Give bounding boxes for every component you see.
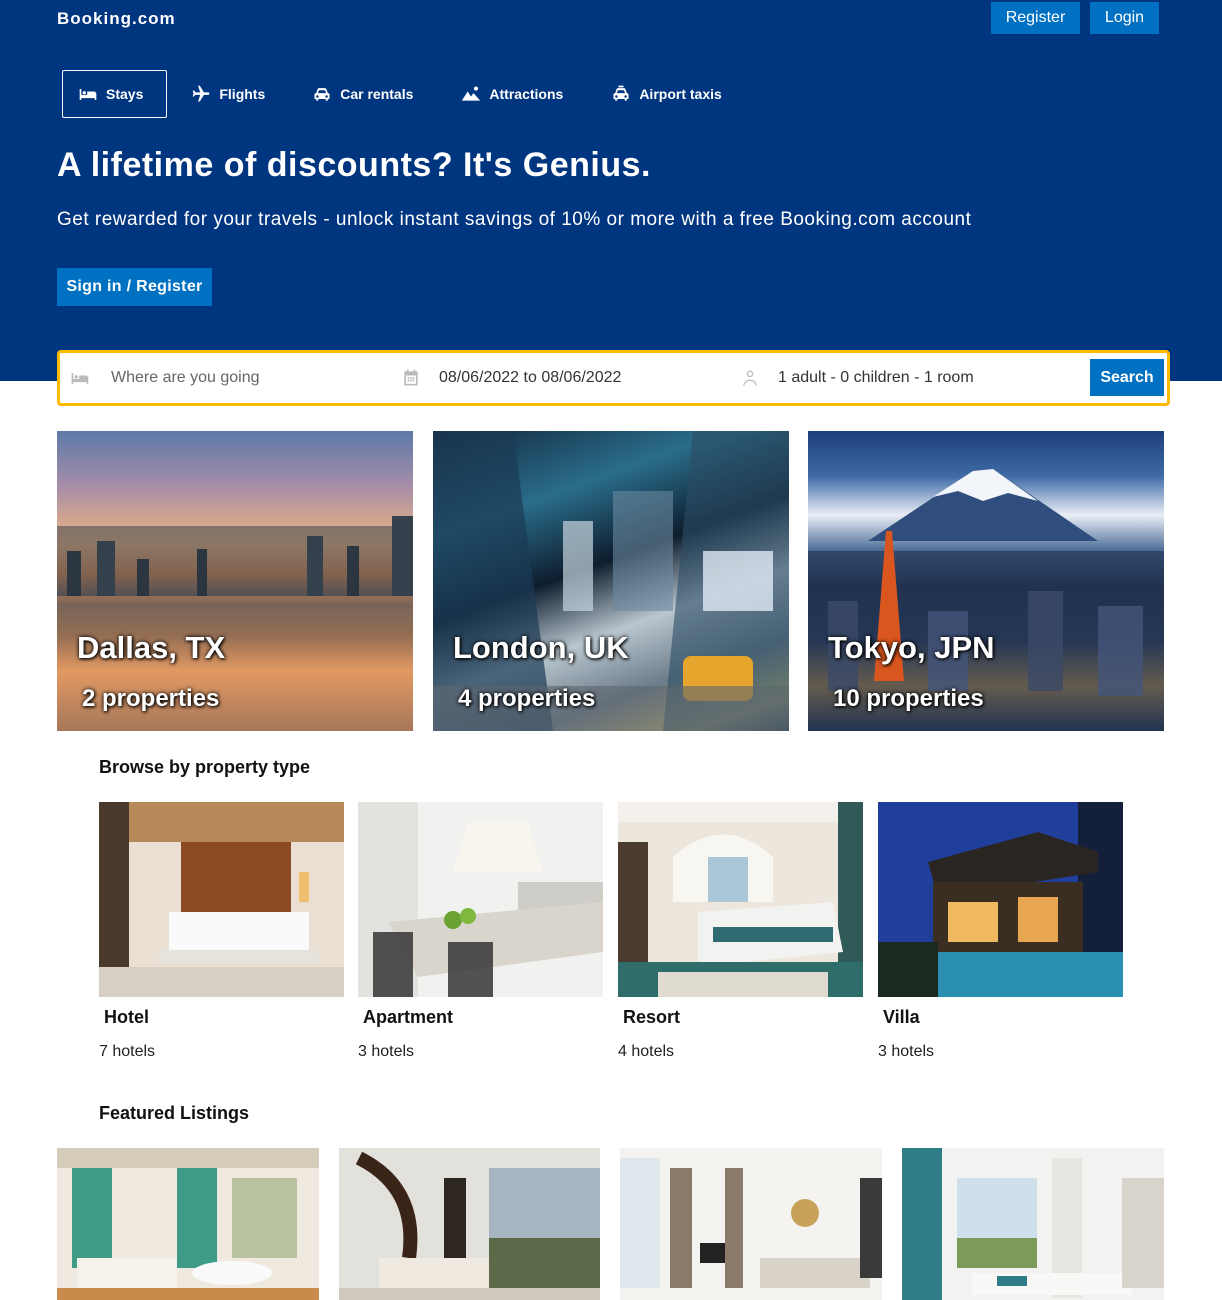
property-type-card-apartment[interactable]: Apartment 3 hotels [358, 802, 603, 1060]
search-button[interactable]: Search [1090, 359, 1164, 396]
section-title-featured: Featured Listings [99, 1103, 250, 1123]
nav-label: Airport taxis [639, 86, 722, 102]
property-type-image [878, 802, 1123, 997]
property-type-image [99, 802, 344, 997]
sign-in-register-button[interactable]: Sign in / Register [57, 268, 212, 306]
register-button[interactable]: Register [991, 2, 1080, 34]
plane-icon [193, 85, 210, 102]
taxi-icon [613, 85, 629, 101]
listing-photo [902, 1148, 1164, 1300]
destination-field[interactable] [70, 353, 390, 403]
city-properties: 4 properties [458, 685, 596, 712]
logo[interactable]: Booking.com [57, 9, 176, 29]
city-card-tokyo[interactable]: Tokyo, JPN 10 properties [808, 431, 1164, 731]
header: Booking.com Register Login Stays Flights… [0, 0, 1222, 381]
featured-listing-card[interactable] [57, 1148, 319, 1300]
property-type-count: 3 hotels [358, 1043, 415, 1060]
city-card-london[interactable]: London, UK 4 properties [433, 431, 789, 731]
property-type-card-resort[interactable]: Resort 4 hotels [618, 802, 863, 1060]
nav-label: Car rentals [340, 86, 414, 102]
listing-photo [339, 1148, 600, 1300]
bed-icon [71, 373, 89, 384]
guests-value: 1 adult - 0 children - 1 room [778, 369, 974, 386]
search-bar: 08/06/2022 to 08/06/2022 1 adult - 0 chi… [57, 350, 1170, 406]
property-type-count: 7 hotels [99, 1043, 156, 1060]
property-type-name: Hotel [104, 1007, 149, 1027]
featured-listing-card[interactable] [620, 1148, 882, 1300]
nav-bar: Stays Flights Car rentals Attractions Ai… [62, 70, 722, 118]
nav-label: Attractions [489, 86, 564, 102]
car-icon [314, 88, 330, 101]
property-type-name: Villa [883, 1007, 920, 1027]
nav-item-car-rentals[interactable]: Car rentals [312, 70, 413, 118]
calendar-icon [404, 369, 418, 386]
nav-item-attractions[interactable]: Attractions [461, 70, 563, 118]
property-type-name: Resort [623, 1007, 681, 1027]
nav-item-airport-taxis[interactable]: Airport taxis [611, 70, 722, 118]
featured-listing-card[interactable] [339, 1148, 601, 1300]
destination-input[interactable] [111, 369, 371, 387]
property-type-card-hotel[interactable]: Hotel 7 hotels [99, 802, 344, 1060]
date-range-value: 08/06/2022 to 08/06/2022 [439, 369, 622, 386]
person-icon [743, 370, 757, 386]
property-type-name: Apartment [363, 1007, 454, 1027]
city-name: Tokyo, JPN [828, 630, 995, 665]
date-field[interactable]: 08/06/2022 to 08/06/2022 [401, 353, 621, 403]
nav-item-flights[interactable]: Flights [191, 70, 265, 118]
hero-title: A lifetime of discounts? It's Genius. [57, 146, 651, 184]
hero-subtitle: Get rewarded for your travels - unlock i… [57, 209, 972, 230]
property-type-card-villa[interactable]: Villa 3 hotels [878, 802, 1123, 1060]
featured-listing-card[interactable] [902, 1148, 1164, 1300]
guests-field[interactable]: 1 adult - 0 children - 1 room [740, 353, 974, 403]
property-type-count: 3 hotels [878, 1043, 935, 1060]
city-properties: 10 properties [833, 685, 984, 712]
listing-photo [57, 1148, 319, 1300]
listing-photo [620, 1148, 882, 1300]
property-type-count: 4 hotels [618, 1043, 675, 1060]
city-properties: 2 properties [82, 685, 220, 712]
city-card-dallas[interactable]: Dallas, TX 2 properties [57, 431, 413, 731]
city-name: Dallas, TX [77, 630, 226, 665]
login-button[interactable]: Login [1090, 2, 1159, 34]
city-name: London, UK [453, 630, 629, 665]
mountain-icon [462, 86, 481, 101]
nav-label: Flights [219, 86, 266, 102]
property-type-image [618, 802, 863, 997]
bed-icon [79, 89, 97, 100]
section-title-property-type: Browse by property type [99, 757, 311, 777]
property-type-image [358, 802, 603, 997]
nav-item-stays[interactable]: Stays [62, 70, 168, 118]
nav-label: Stays [106, 86, 144, 102]
